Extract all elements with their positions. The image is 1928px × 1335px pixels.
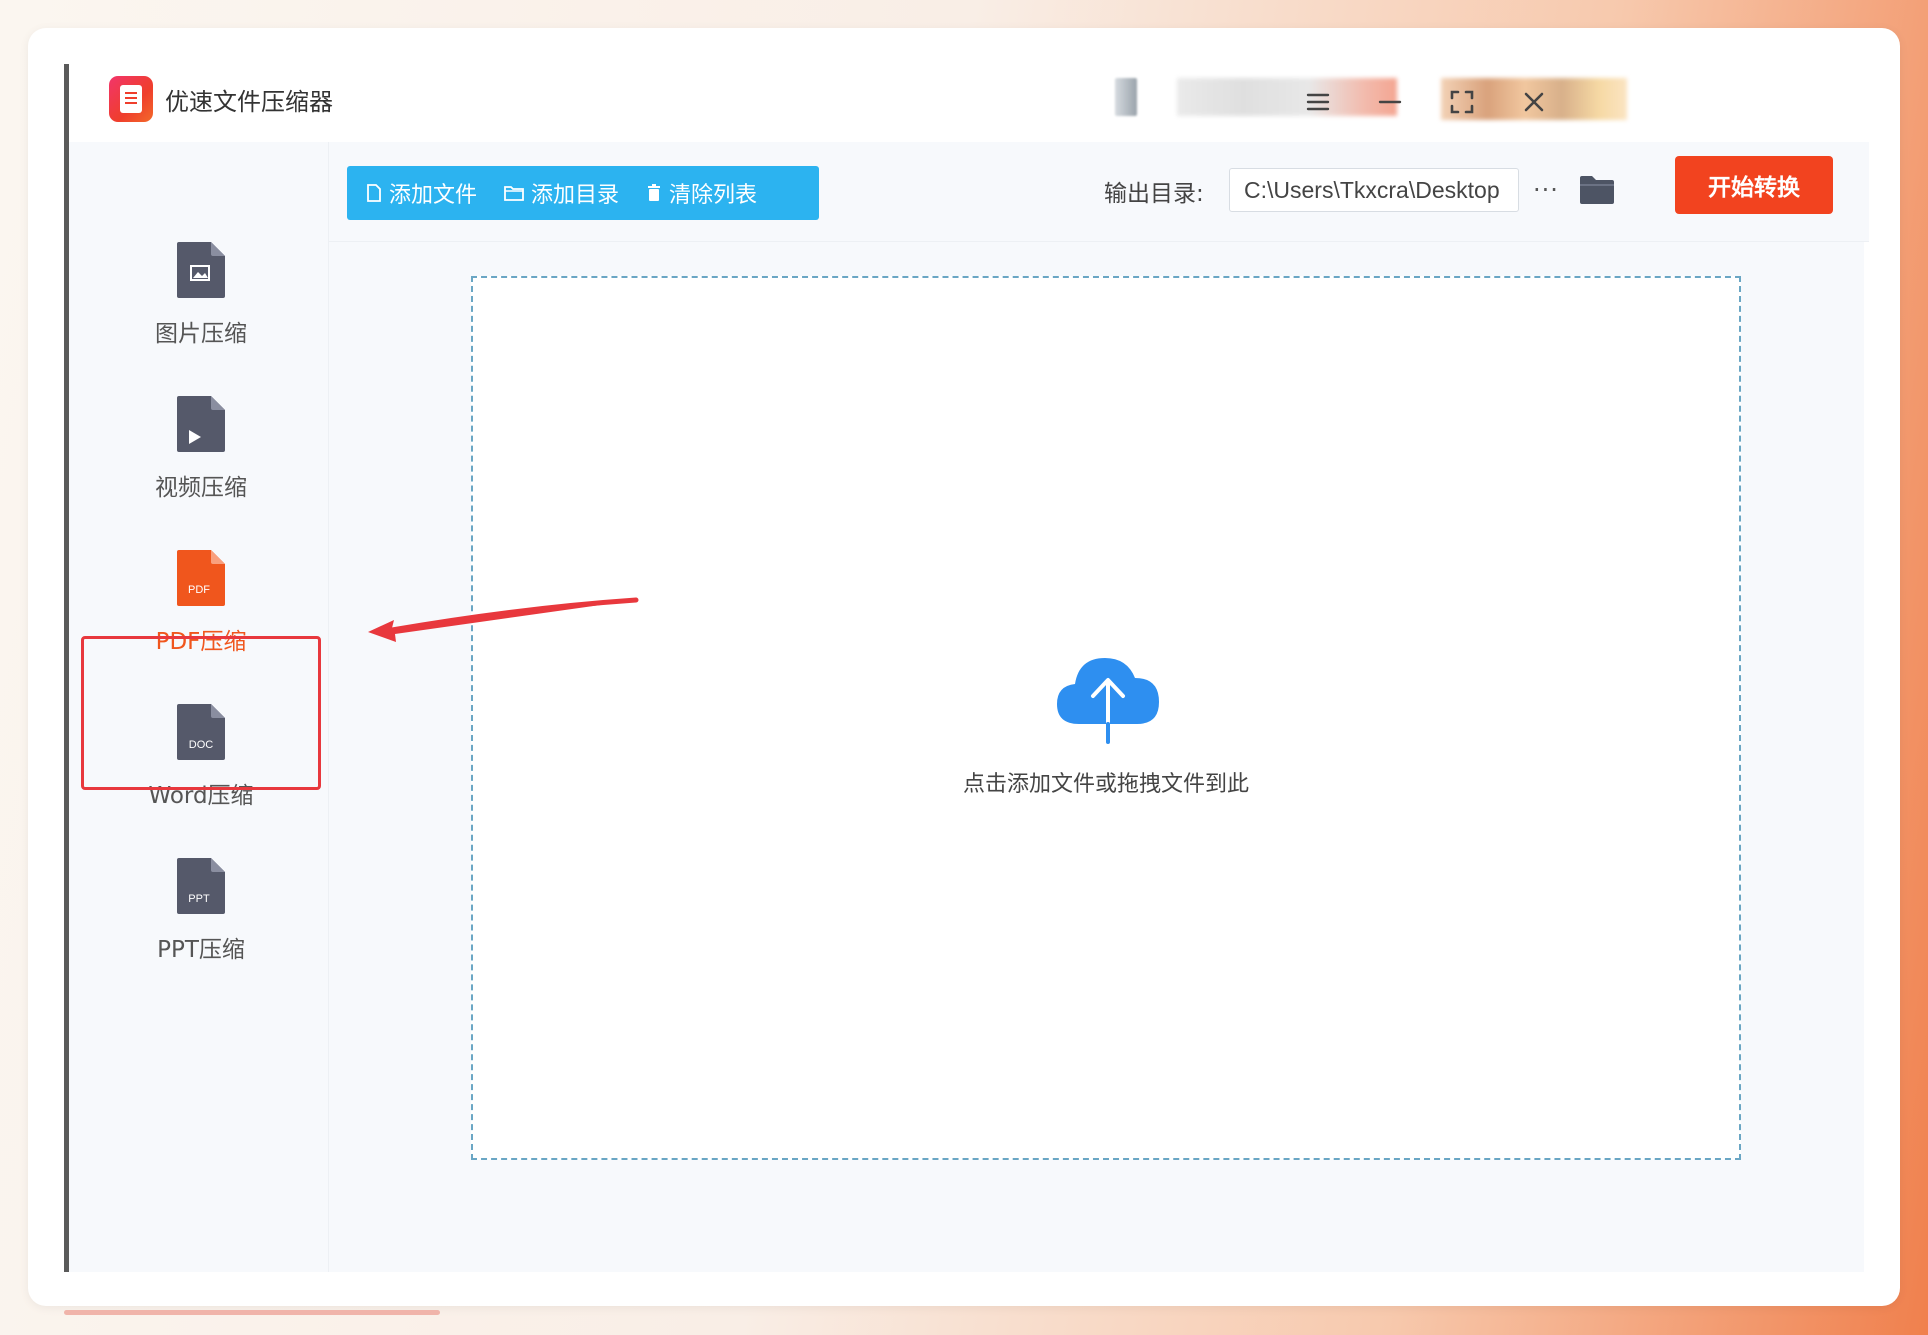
sidebar: 图片压缩 视频压缩 PDF PDF压缩 DOC Word压缩 PPT PPT压缩	[69, 142, 329, 1272]
sidebar-item-ppt-compress[interactable]: PPT PPT压缩	[83, 838, 319, 988]
title-bar: 优速文件压缩器	[69, 64, 1864, 142]
file-action-group: 添加文件 添加目录 清除列表	[347, 166, 819, 220]
add-folder-label: 添加目录	[531, 183, 620, 208]
close-icon[interactable]	[1513, 82, 1555, 122]
blurred-user-info	[1177, 78, 1397, 116]
clear-list-button[interactable]: 清除列表	[645, 177, 757, 209]
sidebar-item-image-compress[interactable]: 图片压缩	[83, 222, 319, 372]
app-logo-icon	[109, 76, 153, 122]
blurred-user-avatar	[1115, 78, 1137, 116]
file-icon	[367, 184, 381, 202]
minimize-icon[interactable]	[1369, 82, 1411, 122]
video-file-icon	[177, 396, 225, 452]
sidebar-item-label: PPT压缩	[157, 937, 245, 963]
drop-zone-hint: 点击添加文件或拖拽文件到此	[962, 772, 1249, 797]
start-convert-button[interactable]: 开始转换	[1675, 156, 1833, 214]
output-directory-label: 输出目录:	[1104, 181, 1204, 207]
ppt-file-icon: PPT	[177, 858, 225, 914]
sidebar-item-label: 视频压缩	[155, 475, 247, 501]
pdf-badge-text: PDF	[188, 584, 210, 596]
annotation-highlight-box	[81, 636, 321, 790]
add-folder-button[interactable]: 添加目录	[503, 177, 619, 209]
menu-icon[interactable]	[1297, 82, 1339, 122]
app-window: 优速文件压缩器 图片压缩 视频压缩 PDF PDF压缩 DOC Word压缩 P…	[64, 64, 1869, 1272]
open-folder-icon[interactable]	[1577, 172, 1617, 208]
maximize-icon[interactable]	[1441, 82, 1483, 122]
sidebar-item-video-compress[interactable]: 视频压缩	[83, 376, 319, 526]
clear-list-label: 清除列表	[669, 183, 758, 208]
output-directory-input[interactable]	[1229, 168, 1519, 212]
add-file-label: 添加文件	[389, 183, 478, 208]
app-title: 优速文件压缩器	[165, 88, 333, 116]
ppt-badge-text: PPT	[188, 893, 210, 905]
add-file-button[interactable]: 添加文件	[365, 177, 477, 209]
file-drop-zone[interactable]: 点击添加文件或拖拽文件到此	[471, 276, 1741, 1160]
trash-icon	[648, 184, 661, 201]
browse-more-button[interactable]: ···	[1529, 168, 1563, 212]
image-file-icon	[177, 242, 225, 298]
toolbar: 添加文件 添加目录 清除列表 输出目录: ··· 开始转换	[329, 142, 1869, 242]
cloud-upload-icon	[1057, 658, 1159, 744]
folder-outline-icon	[504, 186, 524, 201]
card-shadow-strip	[64, 1310, 440, 1315]
sidebar-item-label: 图片压缩	[155, 321, 247, 347]
pdf-file-icon: PDF	[177, 550, 225, 606]
